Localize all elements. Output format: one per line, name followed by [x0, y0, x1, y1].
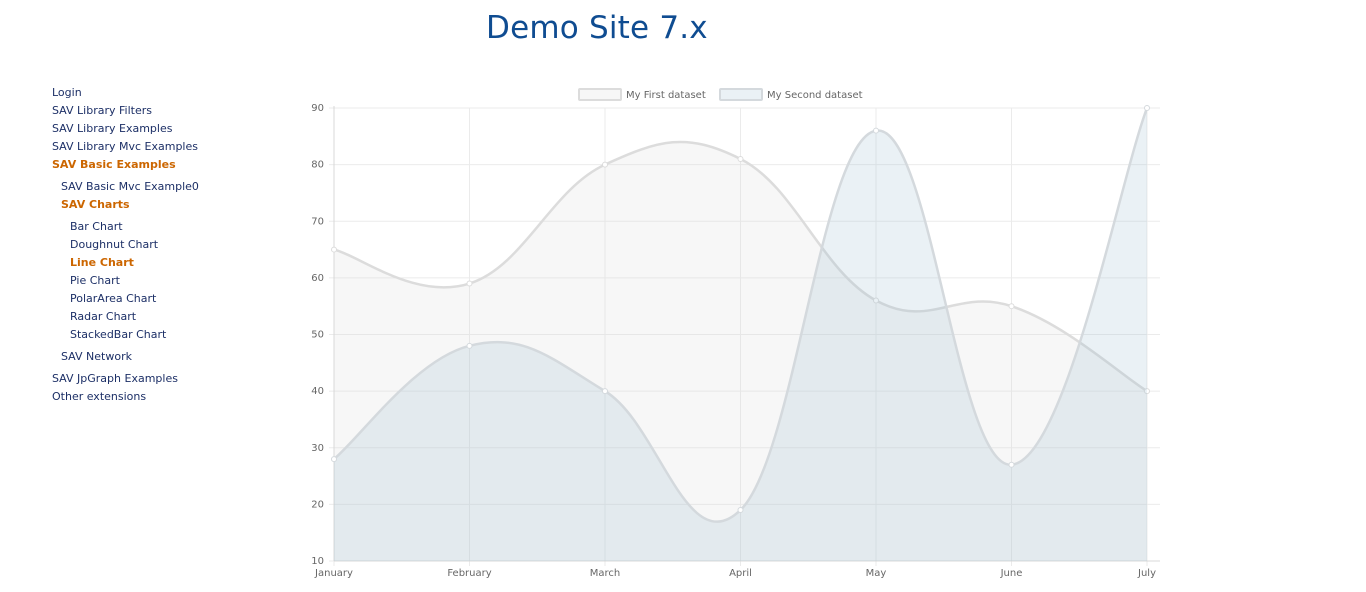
line-chart: 10 20 30 40 50 60 70 80 90 January February March Ap… — [311, 88, 1160, 579]
legend-swatch-2 — [719, 88, 763, 101]
series-1-point — [602, 161, 608, 168]
y-tick-label: 10 — [311, 556, 324, 567]
y-tick-label: 70 — [311, 216, 324, 227]
series-2-point — [602, 388, 608, 395]
y-tick-label: 50 — [311, 330, 324, 341]
x-tick-label: July — [1137, 568, 1156, 579]
series-1-point — [1008, 303, 1015, 310]
legend-label-2: My Second dataset — [767, 90, 863, 101]
x-tick-label: June — [1000, 568, 1023, 579]
series-2-point — [1008, 461, 1015, 468]
series-2-point — [331, 456, 337, 463]
y-tick-label: 90 — [311, 103, 324, 114]
y-tick-label: 80 — [311, 160, 324, 171]
y-tick-label: 40 — [311, 386, 324, 397]
x-tick-label: January — [314, 568, 353, 579]
series-2-point — [737, 507, 744, 514]
series-2-point — [873, 127, 879, 134]
series-1-point — [466, 280, 473, 287]
series-2-point — [466, 342, 473, 349]
x-tick-label: April — [729, 568, 752, 579]
series-1-point — [331, 246, 337, 253]
x-tick-label: March — [590, 568, 620, 579]
x-tick-label: May — [866, 568, 887, 579]
y-tick-label: 60 — [311, 273, 324, 284]
y-tick-label: 20 — [311, 499, 324, 510]
legend-swatch-1 — [578, 88, 622, 101]
y-tick-label: 30 — [311, 443, 324, 454]
x-tick-label: February — [447, 568, 491, 579]
series-2-point — [1144, 105, 1150, 111]
series-1-point — [737, 155, 744, 162]
legend-label-1: My First dataset — [626, 90, 706, 101]
